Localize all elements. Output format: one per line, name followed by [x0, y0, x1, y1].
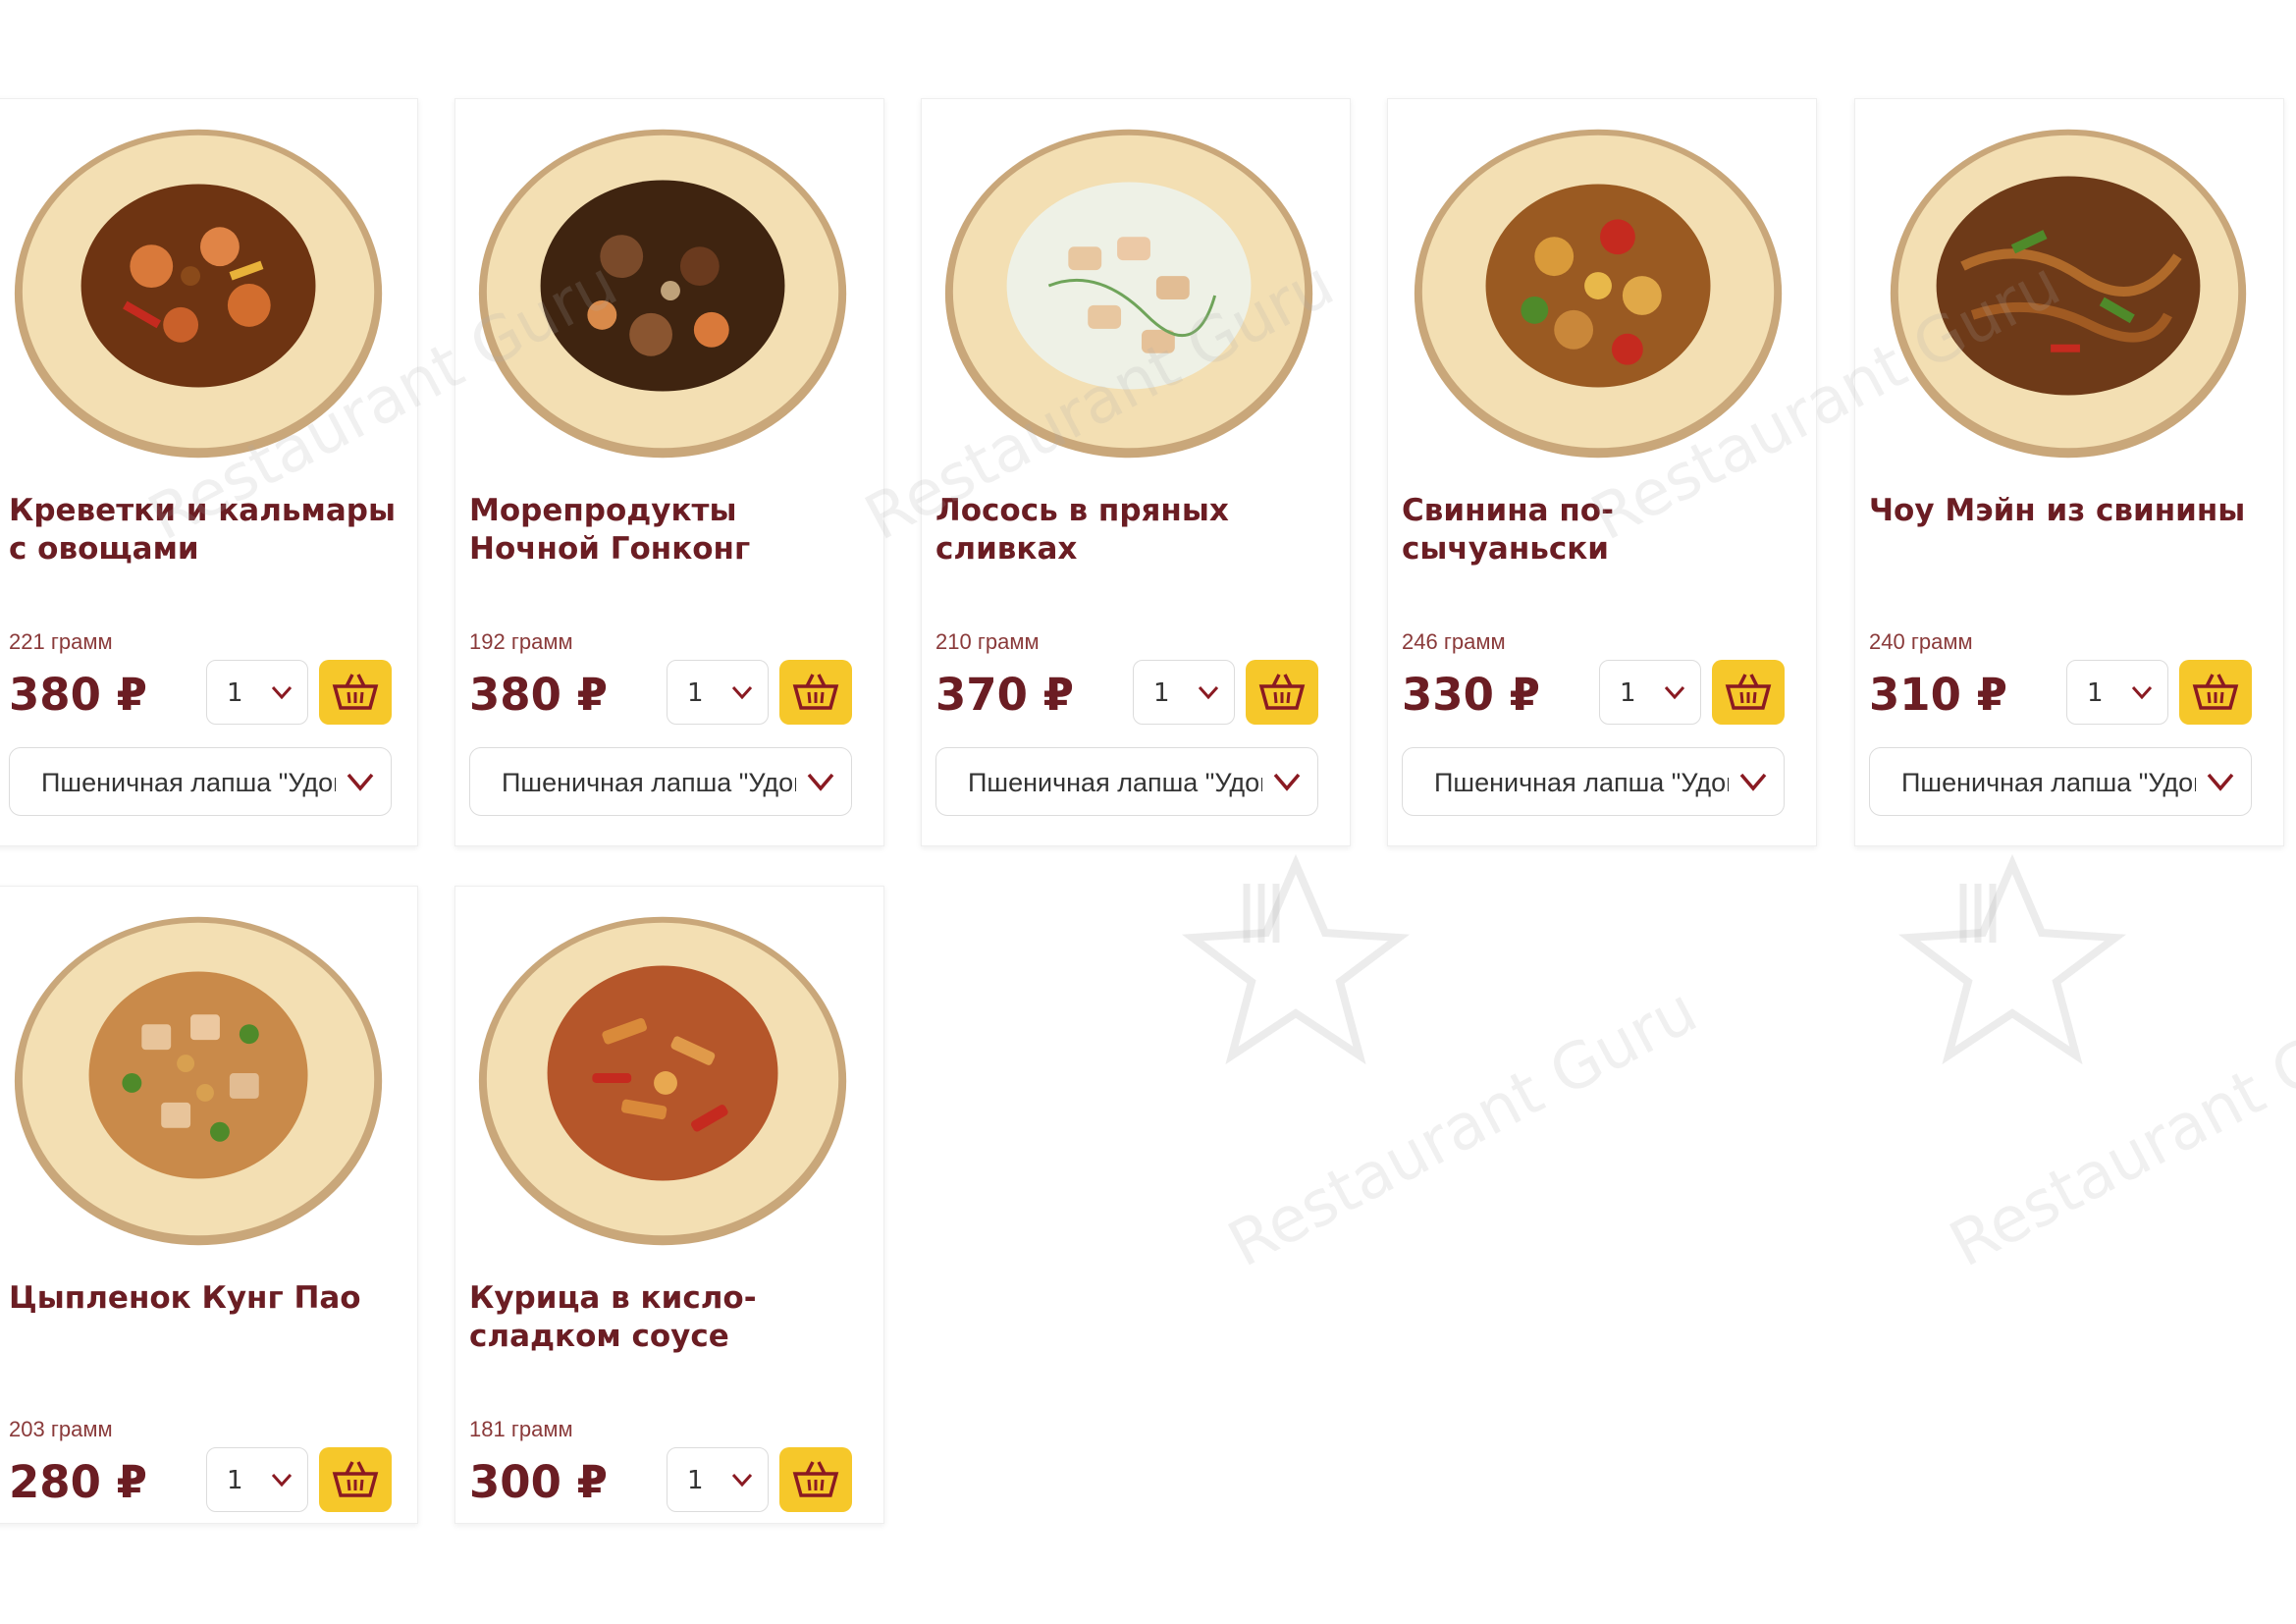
watermark-logo-icon [1178, 844, 1414, 1080]
seafood-plate [478, 129, 847, 459]
product-card[interactable]: Цыпленок Кунг Пао 203 грамм 280 ₽ 1 [0, 886, 418, 1524]
watermark-text: Restaurant Guru [1217, 974, 1709, 1282]
noodle-select-value: Пшеничная лапша "Удон" [968, 768, 1262, 797]
quantity-value: 1 [2087, 678, 2104, 708]
product-weight: 246 грамм [1402, 629, 1506, 654]
noodle-select[interactable]: Пшеничная лапша "Удон" [469, 747, 852, 816]
add-to-cart-button[interactable] [779, 660, 852, 725]
product-image[interactable] [1388, 119, 1816, 462]
basket-icon [2192, 674, 2239, 710]
product-title[interactable]: Лосось в пряных сливках [935, 492, 1330, 568]
product-image[interactable] [0, 906, 417, 1250]
product-card[interactable]: Чоу Мэйн из свинины 240 грамм 310 ₽ 1 Пш… [1854, 98, 2284, 846]
watermark-logo-icon [1895, 844, 2130, 1080]
quantity-value: 1 [227, 1466, 243, 1495]
product-weight: 203 грамм [9, 1417, 113, 1441]
chow-mein-plate [1890, 129, 2247, 459]
quantity-select[interactable]: 1 [667, 660, 769, 725]
noodle-select-value: Пшеничная лапша "Удон" [502, 768, 796, 797]
product-card[interactable]: Лосось в пряных сливках 210 грамм 370 ₽ 1… [921, 98, 1351, 846]
product-weight: 181 грамм [469, 1417, 573, 1441]
product-title[interactable]: Морепродукты Ночной Гонконг [469, 492, 864, 568]
kung-pao-plate [14, 916, 383, 1246]
product-title[interactable]: Курица в кисло-сладком соусе [469, 1279, 864, 1356]
chevron-down-icon [1739, 773, 1767, 791]
product-price: 380 ₽ [469, 669, 608, 721]
shrimp-calamari-plate [14, 129, 383, 459]
chevron-down-icon [271, 685, 293, 700]
product-weight: 240 грамм [1869, 629, 1973, 654]
quantity-value: 1 [687, 1466, 704, 1495]
basket-icon [792, 1461, 839, 1497]
chevron-down-icon [1198, 685, 1219, 700]
chevron-down-icon [1664, 685, 1685, 700]
product-price: 370 ₽ [935, 669, 1074, 721]
noodle-select[interactable]: Пшеничная лапша "Удон" [1869, 747, 2252, 816]
chevron-down-icon [2207, 773, 2234, 791]
chevron-down-icon [1273, 773, 1301, 791]
chevron-down-icon [807, 773, 834, 791]
quantity-value: 1 [1153, 678, 1170, 708]
noodle-select-value: Пшеничная лапша "Удон" [41, 768, 336, 797]
product-price: 310 ₽ [1869, 669, 2007, 721]
product-price: 300 ₽ [469, 1456, 608, 1508]
watermark-text: Restaurant Guru [1939, 974, 2296, 1282]
product-weight: 210 грамм [935, 629, 1040, 654]
product-image[interactable] [922, 119, 1350, 462]
product-card[interactable]: Курица в кисло-сладком соусе 181 грамм 3… [454, 886, 884, 1524]
basket-icon [1258, 674, 1306, 710]
quantity-value: 1 [687, 678, 704, 708]
noodle-select[interactable]: Пшеничная лапша "Удон" [935, 747, 1318, 816]
quantity-select[interactable]: 1 [206, 660, 308, 725]
product-weight: 221 грамм [9, 629, 113, 654]
noodle-select-value: Пшеничная лапша "Удон" [1434, 768, 1729, 797]
quantity-value: 1 [1620, 678, 1636, 708]
product-image[interactable] [455, 119, 883, 462]
product-card[interactable]: Морепродукты Ночной Гонконг 192 грамм 380… [454, 98, 884, 846]
product-image[interactable] [1855, 119, 2283, 462]
product-price: 280 ₽ [9, 1456, 147, 1508]
quantity-select[interactable]: 1 [667, 1447, 769, 1512]
quantity-value: 1 [227, 678, 243, 708]
chevron-down-icon [347, 773, 374, 791]
add-to-cart-button[interactable] [1712, 660, 1785, 725]
quantity-select[interactable]: 1 [2066, 660, 2168, 725]
salmon-cream-plate [944, 129, 1313, 459]
product-weight: 192 грамм [469, 629, 573, 654]
product-image[interactable] [0, 119, 417, 462]
product-title[interactable]: Свинина по-сычуаньски [1402, 492, 1796, 568]
sweet-sour-chicken-plate [478, 916, 847, 1246]
product-title[interactable]: Цыпленок Кунг Пао [9, 1279, 398, 1318]
add-to-cart-button[interactable] [319, 660, 392, 725]
product-card[interactable]: Креветки и кальмары с овощами 221 грамм 3… [0, 98, 418, 846]
add-to-cart-button[interactable] [2179, 660, 2252, 725]
quantity-select[interactable]: 1 [206, 1447, 308, 1512]
add-to-cart-button[interactable] [1246, 660, 1318, 725]
noodle-select[interactable]: Пшеничная лапша "Удон" [1402, 747, 1785, 816]
chevron-down-icon [271, 1473, 293, 1488]
add-to-cart-button[interactable] [779, 1447, 852, 1512]
chevron-down-icon [731, 685, 753, 700]
basket-icon [332, 674, 379, 710]
chevron-down-icon [731, 1473, 753, 1488]
product-price: 330 ₽ [1402, 669, 1540, 721]
quantity-select[interactable]: 1 [1133, 660, 1235, 725]
product-card[interactable]: Свинина по-сычуаньски 246 грамм 330 ₽ 1 … [1387, 98, 1817, 846]
basket-icon [1725, 674, 1772, 710]
product-title[interactable]: Креветки и кальмары с овощами [9, 492, 398, 568]
basket-icon [332, 1461, 379, 1497]
noodle-select-value: Пшеничная лапша "Удон" [1901, 768, 2196, 797]
sichuan-pork-plate [1414, 129, 1783, 459]
quantity-select[interactable]: 1 [1599, 660, 1701, 725]
noodle-select[interactable]: Пшеничная лапша "Удон" [9, 747, 392, 816]
product-title[interactable]: Чоу Мэйн из свинины [1869, 492, 2264, 530]
basket-icon [792, 674, 839, 710]
chevron-down-icon [2131, 685, 2153, 700]
product-image[interactable] [455, 906, 883, 1250]
add-to-cart-button[interactable] [319, 1447, 392, 1512]
product-price: 380 ₽ [9, 669, 147, 721]
